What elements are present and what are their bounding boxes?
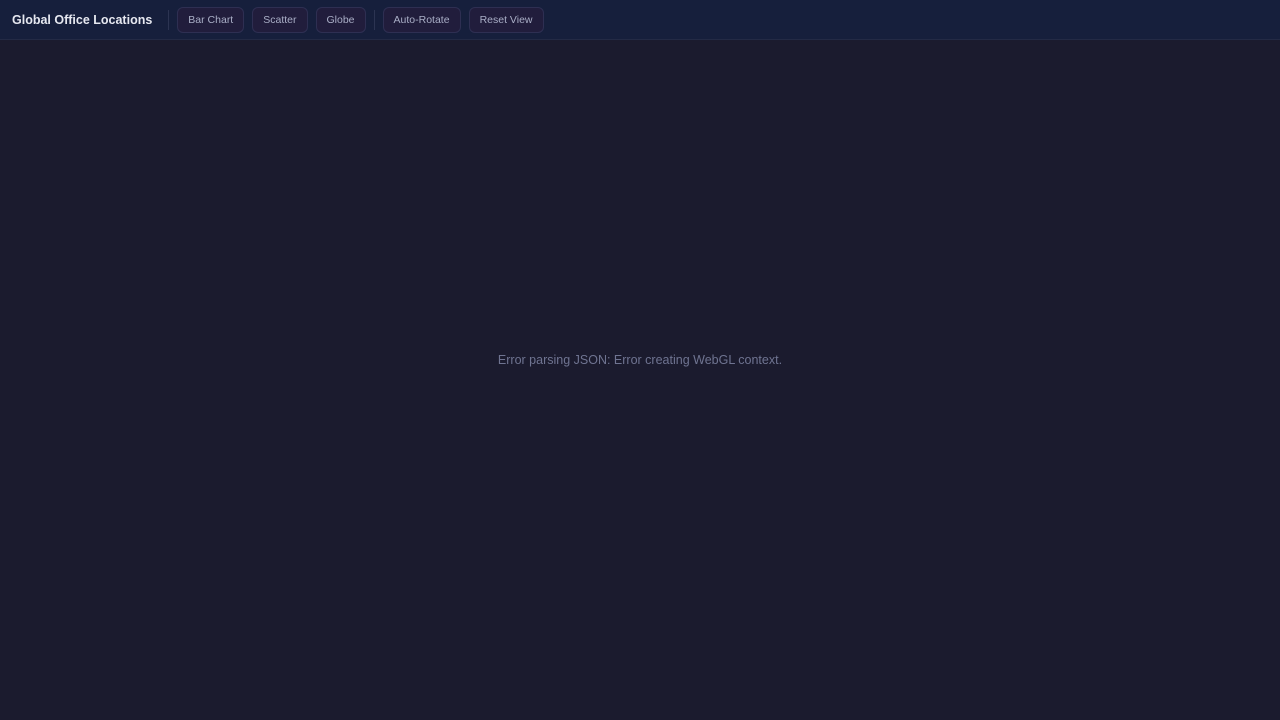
error-message: Error parsing JSON: Error creating WebGL… (497, 353, 783, 367)
app-title: Global Office Locations (12, 12, 153, 27)
scatter-button[interactable]: Scatter (252, 6, 308, 33)
reset-view-button[interactable]: Reset View (468, 6, 544, 33)
toolbar-divider (168, 9, 170, 30)
auto-rotate-button[interactable]: Auto-Rotate (382, 6, 461, 33)
toolbar-divider (373, 9, 375, 30)
bar-chart-button[interactable]: Bar Chart (177, 6, 245, 33)
toolbar: Global Office Locations Bar Chart Scatte… (0, 0, 1280, 40)
visualization-viewport[interactable] (0, 40, 1280, 720)
globe-button[interactable]: Globe (315, 6, 366, 33)
